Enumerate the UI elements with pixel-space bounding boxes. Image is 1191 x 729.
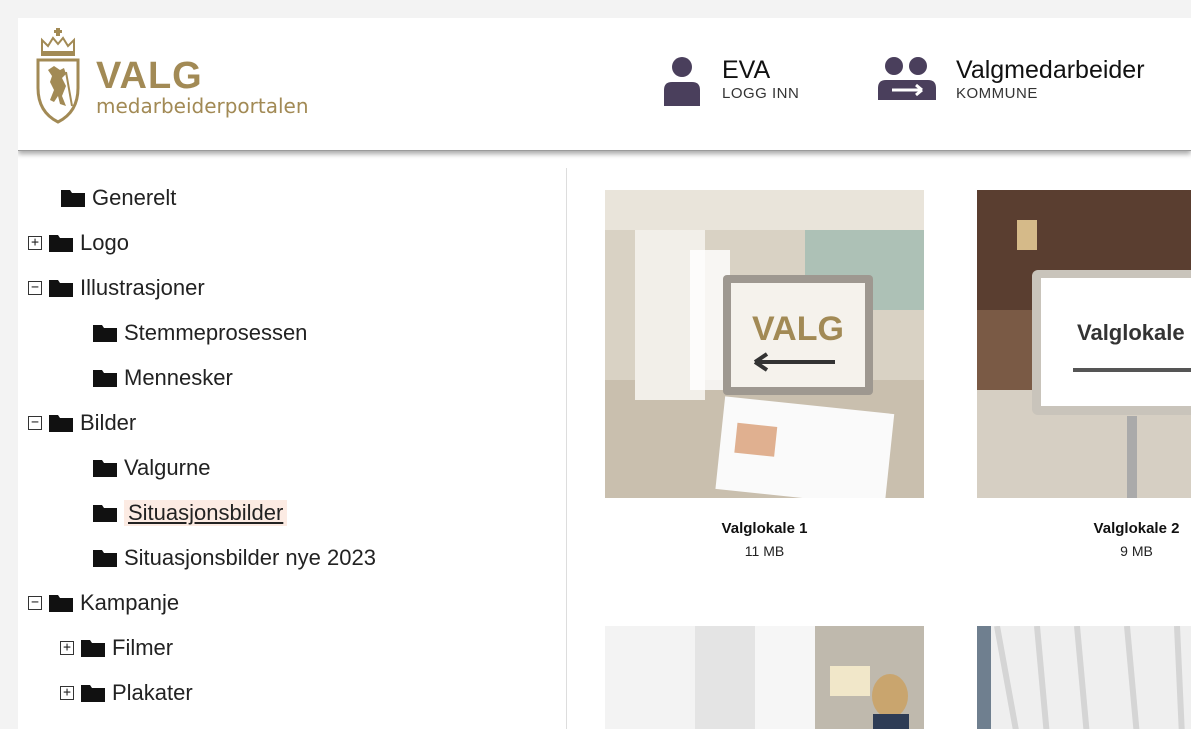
tree-item-bilder[interactable]: − Bilder [28, 408, 136, 438]
tree-item-label: Situasjonsbilder [124, 500, 288, 526]
expand-icon[interactable]: + [60, 686, 74, 700]
group-swap-icon [878, 57, 936, 100]
tree-item-situasjonsbilder-nye-2023[interactable]: Situasjonsbilder nye 2023 [92, 543, 376, 573]
tree-item-situasjonsbilder[interactable]: Situasjonsbilder [92, 498, 288, 528]
tree-item-label: Mennesker [124, 365, 233, 390]
tree-item-label: Bilder [80, 410, 137, 435]
logo-title: VALG [96, 55, 203, 97]
tree-item-label: Logo [80, 230, 129, 255]
tree-item-valgurne[interactable]: Valgurne [92, 453, 210, 483]
folder-icon [93, 460, 117, 477]
sign-text: Valglokale [1077, 320, 1185, 345]
folder-icon [93, 505, 117, 522]
folder-icon [93, 550, 117, 567]
collapse-icon[interactable]: − [28, 281, 42, 295]
folder-icon [49, 235, 73, 252]
tree-item-filmer[interactable]: + Filmer [60, 633, 173, 663]
tree-item-label: Valgurne [124, 455, 211, 480]
window-left-edge [0, 0, 18, 729]
folder-icon [81, 685, 105, 702]
thumbnail-image[interactable] [977, 626, 1191, 729]
login-button[interactable]: EVA LOGG INN [660, 54, 799, 106]
tree-item-illustrasjoner[interactable]: − Illustrasjoner [28, 273, 205, 303]
role-switch-button[interactable]: Valgmedarbeider KOMMUNE [876, 54, 1145, 106]
role-sub: KOMMUNE [956, 85, 1038, 102]
tree-item-label: Filmer [112, 635, 174, 660]
thumbnail-image[interactable]: Valglokale [977, 190, 1191, 498]
logo[interactable]: VALG medarbeiderportalen [32, 26, 309, 124]
thumbnail-image[interactable]: VALG [605, 190, 924, 498]
window-top-edge [0, 0, 1191, 18]
expand-icon[interactable]: + [60, 641, 74, 655]
folder-icon [81, 640, 105, 657]
person-icon [664, 57, 700, 106]
tree-item-kampanje[interactable]: − Kampanje [28, 588, 179, 618]
tree-item-mennesker[interactable]: Mennesker [92, 363, 233, 393]
image-card[interactable]: VALG Valglokale 1 11 MB [605, 190, 924, 559]
tree-item-label: Stemmeprosessen [124, 320, 308, 345]
folder-icon [61, 190, 85, 207]
tree-item-generelt[interactable]: Generelt [60, 183, 176, 213]
folder-icon [93, 370, 117, 387]
thumbnail-image[interactable] [605, 626, 924, 729]
image-card[interactable]: Valglokale Valglokale 2 9 MB [977, 190, 1191, 559]
login-label: LOGG INN [722, 85, 800, 102]
expand-icon[interactable]: + [28, 236, 42, 250]
sign-text: VALG [752, 310, 844, 348]
tree-item-stemmeprosessen[interactable]: Stemmeprosessen [92, 318, 307, 348]
user-name: EVA [722, 56, 771, 84]
tree-item-label: Generelt [92, 185, 177, 210]
site-header: VALG medarbeiderportalen EVA LOGG INN Va… [18, 18, 1191, 151]
image-caption: Valglokale 1 [721, 520, 808, 537]
tree-item-label: Illustrasjoner [80, 275, 205, 300]
folder-tree: Generelt + Logo − Illustrasjoner Stemmep… [18, 168, 567, 729]
folder-icon [49, 595, 73, 612]
image-card[interactable] [605, 626, 924, 729]
collapse-icon[interactable]: − [28, 596, 42, 610]
image-gallery: VALG Valglokale 1 11 MB Valglokale Valgl… [567, 168, 1191, 729]
tree-item-label: Kampanje [80, 590, 180, 615]
tree-item-label: Plakater [112, 680, 193, 705]
portal-frame: VALG medarbeiderportalen EVA LOGG INN Va… [18, 18, 1191, 729]
folder-icon [49, 280, 73, 297]
logo-subtitle: medarbeiderportalen [96, 94, 309, 118]
coat-of-arms-icon [36, 28, 80, 124]
file-size: 11 MB [744, 543, 785, 559]
collapse-icon[interactable]: − [28, 416, 42, 430]
role-name: Valgmedarbeider [956, 56, 1145, 84]
image-card[interactable] [977, 626, 1191, 729]
folder-icon [49, 415, 73, 432]
image-caption: Valglokale 2 [1093, 520, 1180, 537]
tree-item-logo[interactable]: + Logo [28, 228, 129, 258]
tree-item-plakater[interactable]: + Plakater [60, 678, 193, 708]
tree-item-label: Situasjonsbilder nye 2023 [124, 545, 376, 570]
folder-icon [93, 325, 117, 342]
file-size: 9 MB [1120, 543, 1153, 559]
